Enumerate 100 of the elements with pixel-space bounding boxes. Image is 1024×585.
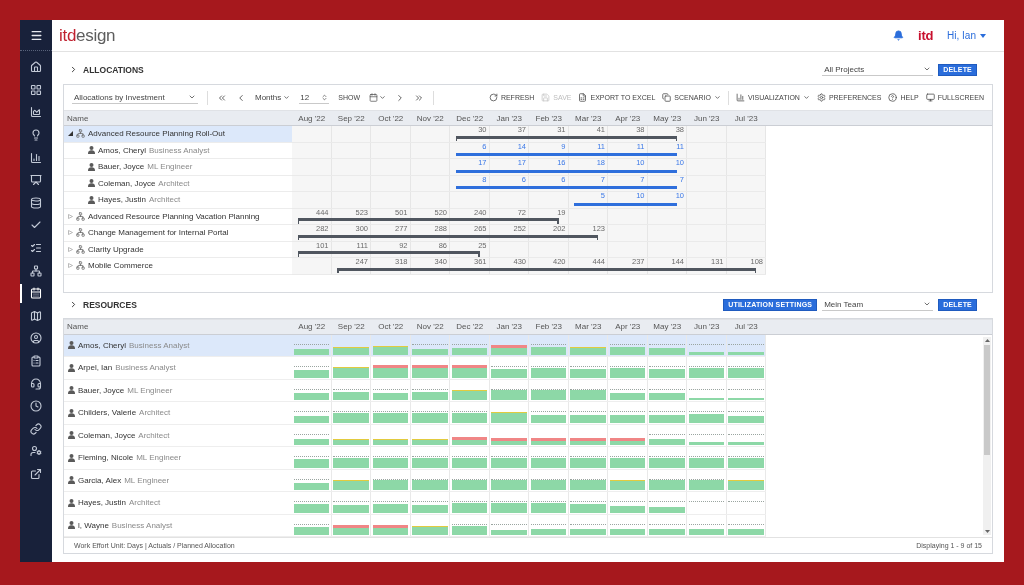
person-icon — [68, 363, 75, 372]
view-select[interactable]: Allocations by Investment — [72, 91, 198, 104]
chevron-right-icon[interactable] — [69, 300, 78, 309]
hierarchy-icon — [76, 261, 85, 271]
monitor-icon — [925, 93, 935, 102]
utilization-bar — [570, 390, 606, 400]
tree-toggle-icon[interactable] — [68, 230, 73, 236]
lightbulb-icon[interactable] — [30, 129, 42, 142]
utilization-bar — [293, 527, 329, 535]
grid-icon[interactable] — [30, 83, 42, 96]
resource-row[interactable]: l, Wayne Business Analyst — [64, 514, 766, 537]
link-icon[interactable] — [30, 422, 42, 435]
resource-row[interactable]: Arpel, Ian Business Analyst — [64, 357, 766, 380]
utilization-bar — [372, 392, 408, 400]
tree-toggle-icon[interactable] — [68, 131, 73, 137]
person-role: Architect — [149, 195, 181, 205]
row-name-cell[interactable]: Mobile Commerce — [64, 258, 292, 275]
utilization-bar — [412, 504, 448, 513]
person-name: Bauer, Joyce — [98, 162, 145, 172]
utilization-bar — [412, 391, 448, 400]
resource-row[interactable]: Hayes, Justin Architect — [64, 492, 766, 515]
utilization-bar — [333, 347, 369, 355]
period-count-field[interactable]: 12 — [299, 91, 330, 104]
database-icon[interactable] — [30, 196, 42, 209]
home-icon[interactable] — [30, 61, 42, 74]
user-menu-button[interactable]: Hi, Ian — [947, 30, 986, 41]
chevron-down-icon — [923, 65, 932, 73]
utilization-bar — [412, 438, 448, 445]
utilization-bar — [333, 367, 369, 378]
person-icon — [88, 146, 95, 155]
utilization-bar — [570, 414, 606, 423]
column-header: Nov '22 — [415, 321, 445, 333]
chevron-right-icon[interactable] — [69, 65, 78, 74]
resource-row[interactable]: Amos, Cheryl Business Analyst — [64, 334, 766, 357]
utilization-bar — [649, 457, 685, 468]
utilization-bar — [688, 414, 724, 423]
hierarchy-icon — [76, 129, 85, 139]
checklist-icon[interactable] — [30, 242, 42, 255]
person-name: Amos, Cheryl — [78, 340, 126, 350]
utilization-bar — [293, 482, 329, 490]
column-header: Aug '22 — [297, 321, 327, 333]
tree-toggle-icon[interactable] — [68, 246, 73, 252]
utilization-bar — [412, 525, 448, 535]
chevron-down-icon — [283, 94, 291, 101]
project-filter-select[interactable]: All Projects — [822, 63, 934, 76]
headset-icon[interactable] — [30, 377, 42, 390]
utilization-bar — [372, 438, 408, 445]
utilization-bar — [649, 506, 685, 513]
area-chart-icon[interactable] — [30, 106, 42, 119]
utilization-bar — [570, 457, 606, 468]
resource-row[interactable]: Bauer, Joyce ML Engineer — [64, 379, 766, 402]
menu-icon[interactable] — [29, 28, 43, 42]
column-header: Jan '23 — [495, 321, 523, 333]
chevron-right-icon[interactable] — [395, 92, 405, 103]
scrollbar-thumb[interactable] — [984, 344, 990, 455]
map-icon[interactable] — [30, 309, 42, 322]
utilization-bar — [609, 479, 645, 490]
clock-icon[interactable] — [30, 400, 42, 413]
resource-row[interactable]: Fleming, Nicole ML Engineer — [64, 447, 766, 470]
resource-row[interactable]: Garcia, Alex ML Engineer — [64, 469, 766, 492]
resource-row[interactable]: Coleman, Joyce Architect — [64, 424, 766, 447]
project-name: Clarity Upgrade — [88, 244, 144, 254]
person-role: ML Engineer — [124, 475, 170, 485]
column-header: Nov '22 — [415, 112, 445, 125]
resource-row[interactable]: Childers, Valerie Architect — [64, 402, 766, 425]
bar-chart-icon[interactable] — [30, 151, 42, 164]
external-link-icon[interactable] — [30, 468, 42, 480]
person-role: ML Engineer — [127, 385, 173, 395]
user-gear-icon[interactable] — [30, 445, 42, 458]
tree-toggle-icon[interactable] — [68, 213, 73, 219]
row-name-cell[interactable]: Advanced Resource Planning Roll-Out — [64, 126, 292, 143]
section-title: ALLOCATIONS — [83, 64, 144, 75]
utilization-bar — [412, 349, 448, 355]
row-name-cell[interactable]: Change Management for Internal Portal — [64, 225, 292, 242]
notification-bell-icon[interactable] — [893, 30, 905, 41]
utilization-bar — [491, 530, 527, 535]
column-header: May '23 — [652, 112, 683, 125]
person-icon — [68, 476, 75, 485]
section-title: RESOURCES — [83, 299, 137, 310]
scroll-down-icon[interactable] — [984, 530, 990, 533]
period-unit-select[interactable]: Months — [255, 93, 291, 102]
person-icon — [88, 195, 95, 204]
utilization-bar — [688, 529, 724, 535]
person-name: Garcia, Alex — [78, 475, 122, 485]
chevron-left-icon[interactable] — [236, 92, 246, 103]
clipboard-list-icon[interactable] — [30, 355, 42, 367]
utilization-bar — [649, 529, 685, 535]
team-filter-select[interactable]: Mein Team — [822, 298, 934, 311]
column-header: Apr '23 — [614, 112, 642, 125]
utilization-bar — [649, 368, 685, 378]
hierarchy-icon[interactable] — [30, 264, 42, 277]
utilization-bar — [530, 457, 566, 468]
chevron-down-icon[interactable] — [379, 94, 386, 101]
tree-toggle-icon[interactable] — [68, 263, 73, 269]
user-circle-icon[interactable] — [30, 332, 42, 345]
utilization-bar — [491, 502, 527, 513]
utilization-bar — [649, 414, 685, 423]
scroll-up-icon[interactable] — [984, 338, 990, 342]
presentation-icon[interactable] — [30, 174, 42, 187]
logo: itdesign — [59, 25, 116, 46]
